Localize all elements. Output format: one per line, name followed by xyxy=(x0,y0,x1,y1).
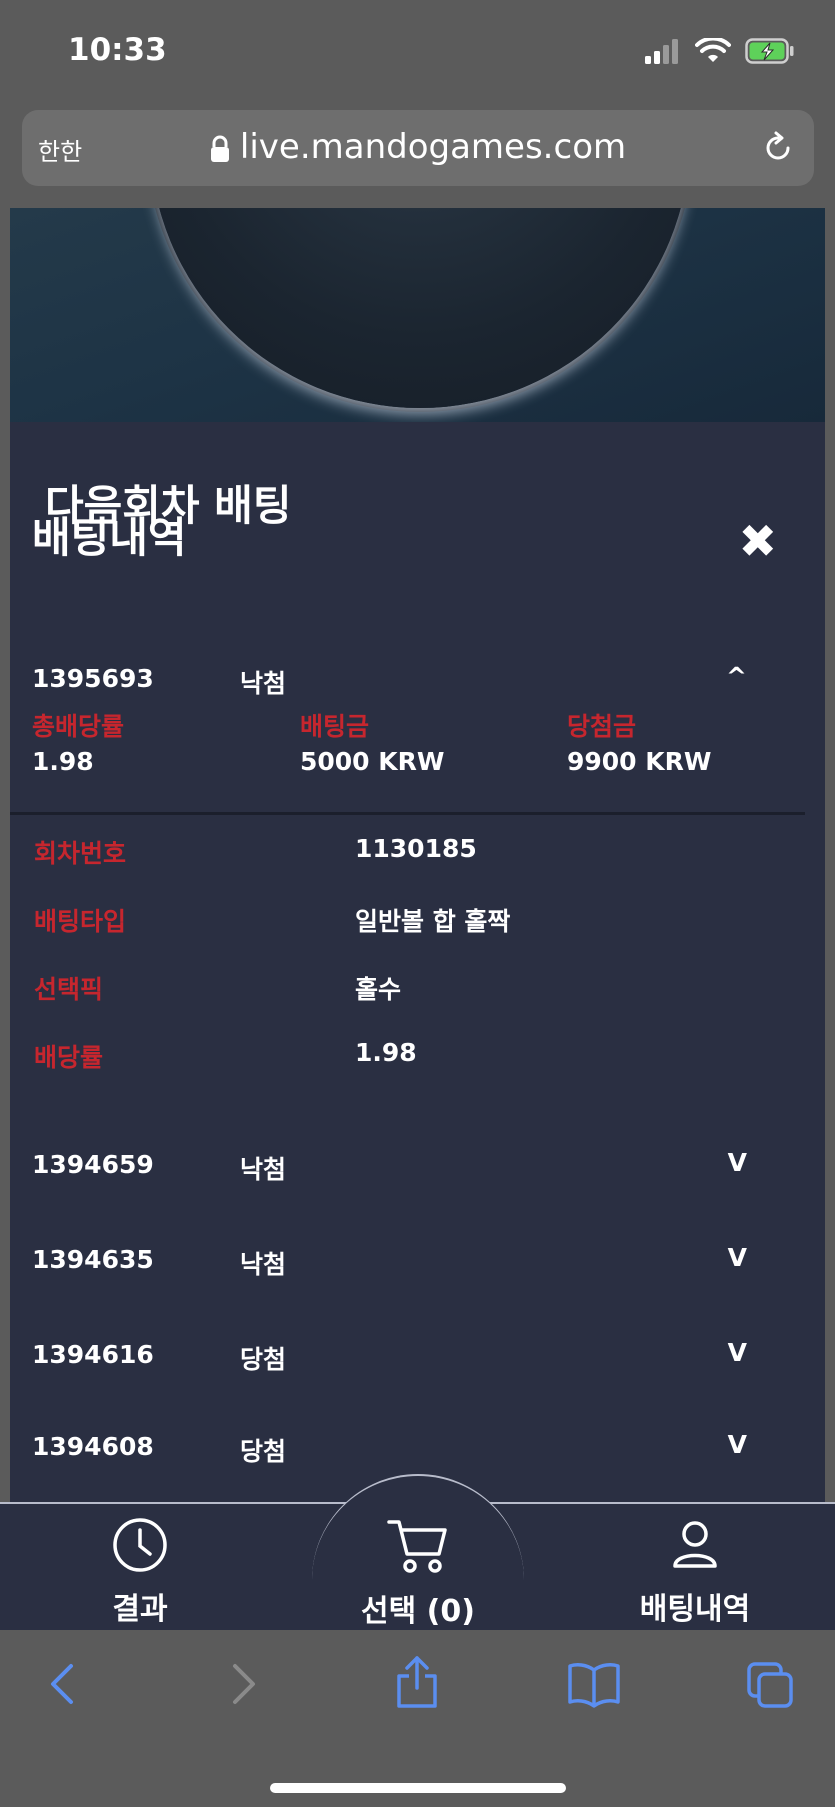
detail-value-round: 1130185 xyxy=(355,834,477,863)
tab-results[interactable]: 결과 xyxy=(90,1516,190,1628)
detail-value-odds: 1.98 xyxy=(355,1038,417,1067)
status-bar: 10:33 xyxy=(0,0,835,100)
tab-history-label: 배팅내역 xyxy=(639,1592,751,1627)
lock-icon xyxy=(210,135,229,162)
summary-bet-amount: 배팅금 5000 KRW xyxy=(300,707,444,776)
bet-result: 당첨 xyxy=(240,1345,287,1374)
expand-toggle[interactable]: V xyxy=(728,1243,747,1272)
tab-history[interactable]: 배팅내역 xyxy=(620,1516,770,1628)
detail-label-pick: 선택픽 xyxy=(34,975,104,1004)
bet-row-expanded[interactable]: 1395693 낙첨 ^ xyxy=(10,652,825,712)
betting-history-modal: 다음회차 배팅 배팅내역 ✖ 1395693 낙첨 ^ 총배당률 1.98 배팅… xyxy=(10,422,825,1502)
detail-value-type: 일반볼 합 홀짝 xyxy=(355,907,511,936)
modal-title: 배팅내역 xyxy=(32,513,187,562)
clock-icon xyxy=(113,1518,167,1572)
summary-win-amount: 당첨금 9900 KRW xyxy=(567,707,711,776)
bet-result: 당첨 xyxy=(240,1437,287,1466)
status-time: 10:33 xyxy=(68,32,167,68)
status-icons xyxy=(645,38,795,64)
bet-id: 1394635 xyxy=(32,1245,154,1274)
url-text: live.mandogames.com xyxy=(239,127,627,167)
detail-label-odds: 배당률 xyxy=(34,1043,104,1072)
user-icon xyxy=(673,1521,717,1568)
tab-results-label: 결과 xyxy=(112,1592,168,1627)
battery-charging-icon xyxy=(745,38,794,64)
tab-selection[interactable]: 선택 (0) xyxy=(343,1516,493,1630)
bet-id: 1394616 xyxy=(32,1340,154,1369)
bet-row[interactable]: 1394659 낙첨 V xyxy=(10,1138,825,1198)
back-arrow-icon[interactable] xyxy=(45,1660,81,1708)
share-icon[interactable] xyxy=(393,1654,441,1710)
collapse-toggle[interactable]: ^ xyxy=(726,662,747,691)
signal-icon xyxy=(645,39,678,64)
bet-id: 1395693 xyxy=(32,664,154,693)
divider xyxy=(10,812,805,815)
win-amount-label: 당첨금 xyxy=(567,712,637,741)
summary-total-odds: 총배당률 1.98 xyxy=(32,707,124,776)
bet-result: 낙첨 xyxy=(240,669,287,698)
app-tab-bar: 결과 선택 (0) 배팅내역 xyxy=(0,1474,835,1632)
close-button[interactable]: ✖ xyxy=(738,514,777,568)
detail-value-pick: 홀수 xyxy=(355,975,402,1004)
expand-toggle[interactable]: V xyxy=(728,1148,747,1177)
total-odds-label: 총배당률 xyxy=(32,712,125,741)
detail-label-type: 배팅타입 xyxy=(34,907,127,936)
bet-row[interactable]: 1394635 낙첨 V xyxy=(10,1233,825,1293)
bet-row[interactable]: 1394616 당첨 V xyxy=(10,1328,825,1388)
bet-result: 낙첨 xyxy=(240,1250,287,1279)
bet-amount-label: 배팅금 xyxy=(300,712,370,741)
forward-arrow-icon[interactable] xyxy=(225,1660,261,1708)
cart-icon xyxy=(387,1520,447,1573)
url-display[interactable]: live.mandogames.com xyxy=(22,127,814,167)
reload-icon[interactable] xyxy=(760,130,796,166)
bet-id: 1394659 xyxy=(32,1150,154,1179)
expand-toggle[interactable]: V xyxy=(728,1430,747,1459)
bet-id: 1394608 xyxy=(32,1432,154,1461)
tabs-icon[interactable] xyxy=(745,1660,797,1710)
bet-amount-value: 5000 KRW xyxy=(300,747,445,776)
win-amount-value: 9900 KRW xyxy=(567,747,712,776)
game-background xyxy=(10,208,825,423)
home-indicator xyxy=(270,1783,566,1793)
book-icon[interactable] xyxy=(566,1660,622,1708)
bet-row[interactable]: 1394608 당첨 V xyxy=(10,1420,825,1480)
tab-selection-label: 선택 (0) xyxy=(361,1594,475,1629)
detail-label-round: 회차번호 xyxy=(34,839,127,868)
browser-toolbar xyxy=(0,1630,835,1807)
bet-result: 낙첨 xyxy=(240,1155,287,1184)
expand-toggle[interactable]: V xyxy=(728,1338,747,1367)
wifi-icon xyxy=(695,38,731,62)
game-dial-image xyxy=(150,208,690,408)
total-odds-value: 1.98 xyxy=(32,747,94,776)
address-bar[interactable]: 한한 live.mandogames.com xyxy=(22,110,814,186)
